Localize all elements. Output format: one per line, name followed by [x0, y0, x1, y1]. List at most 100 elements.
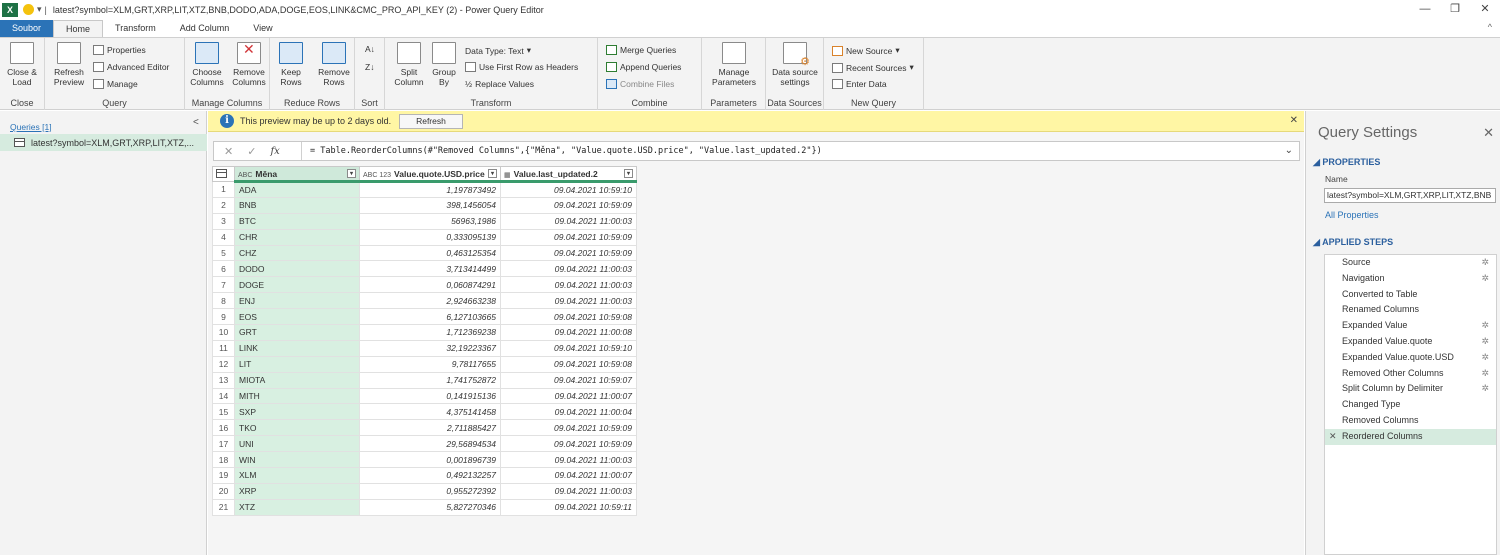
remove-columns-button[interactable]: Remove Columns	[229, 42, 269, 87]
replace-values-button[interactable]: ½ Replace Values	[465, 79, 534, 89]
all-properties-link[interactable]: All Properties	[1325, 210, 1379, 220]
row-number[interactable]: 6	[212, 260, 235, 278]
table-cell[interactable]: 32,19223367	[359, 339, 501, 357]
table-row[interactable]: 8 ENJ 2,924663238 09.04.2021 11:00:03	[212, 292, 637, 310]
table-cell[interactable]: GRT	[234, 324, 360, 341]
row-number[interactable]: 12	[212, 355, 235, 373]
check-icon[interactable]: ✓	[247, 145, 256, 158]
applied-step[interactable]: Renamed Columns	[1325, 302, 1496, 318]
table-row[interactable]: 20 XRP 0,955272392 09.04.2021 11:00:03	[212, 482, 637, 500]
table-cell[interactable]: 09.04.2021 11:00:03	[500, 451, 637, 469]
applied-step[interactable]: Expanded Value.quote.USD ✲	[1325, 350, 1496, 366]
first-row-headers-button[interactable]: Use First Row as Headers	[465, 62, 578, 72]
table-cell[interactable]: CHR	[234, 228, 360, 246]
keep-rows-button[interactable]: Keep Rows	[272, 42, 310, 87]
table-cell[interactable]: 09.04.2021 11:00:04	[500, 403, 637, 421]
row-number[interactable]: 7	[212, 276, 235, 294]
table-cell[interactable]: 09.04.2021 10:59:09	[500, 196, 637, 214]
cancel-icon[interactable]: ✕	[224, 145, 233, 158]
table-cell[interactable]: 09.04.2021 10:59:08	[500, 355, 637, 373]
applied-step[interactable]: Removed Other Columns ✲	[1325, 366, 1496, 382]
table-cell[interactable]: 09.04.2021 11:00:03	[500, 212, 637, 230]
table-row[interactable]: 4 CHR 0,333095139 09.04.2021 10:59:09	[212, 228, 637, 246]
chevron-down-icon[interactable]: ▾	[37, 4, 42, 15]
close-icon[interactable]: ✕	[1483, 125, 1494, 141]
tab-home[interactable]: Home	[53, 20, 104, 37]
table-cell[interactable]: 09.04.2021 10:59:09	[500, 228, 637, 246]
advanced-editor-button[interactable]: Advanced Editor	[93, 62, 169, 72]
table-row[interactable]: 15 SXP 4,375141458 09.04.2021 11:00:04	[212, 403, 637, 421]
row-number[interactable]: 13	[212, 371, 235, 389]
table-row[interactable]: 10 GRT 1,712369238 09.04.2021 11:00:08	[212, 324, 637, 341]
table-menu-button[interactable]	[212, 166, 235, 182]
combine-files-button[interactable]: Combine Files	[606, 79, 674, 89]
table-cell[interactable]: 09.04.2021 11:00:03	[500, 482, 637, 500]
table-row[interactable]: 9 EOS 6,127103665 09.04.2021 10:59:08	[212, 308, 637, 326]
table-cell[interactable]: 09.04.2021 10:59:07	[500, 371, 637, 389]
fx-icon[interactable]: fx	[270, 146, 279, 157]
formula-input[interactable]: = Table.ReorderColumns(#"Removed Columns…	[310, 146, 822, 156]
datetime-type-icon[interactable]: ▦	[504, 172, 511, 179]
table-cell[interactable]: 09.04.2021 10:59:10	[500, 181, 637, 198]
choose-columns-button[interactable]: Choose Columns	[187, 42, 227, 87]
table-cell[interactable]: WIN	[234, 451, 360, 469]
column-header[interactable]: ▦ Value.last_updated.2 ▾	[500, 166, 637, 183]
table-row[interactable]: 18 WIN 0,001896739 09.04.2021 11:00:03	[212, 451, 637, 469]
row-number[interactable]: 15	[212, 403, 235, 421]
filter-dropdown-icon[interactable]: ▾	[347, 169, 356, 178]
row-number[interactable]: 21	[212, 498, 235, 516]
group-by-button[interactable]: Group By	[429, 42, 459, 87]
applied-step[interactable]: Split Column by Delimiter ✲	[1325, 381, 1496, 397]
filter-dropdown-icon[interactable]: ▾	[624, 169, 633, 178]
row-number[interactable]: 11	[212, 339, 235, 357]
collapse-ribbon-icon[interactable]: ^	[1488, 22, 1492, 32]
table-cell[interactable]: 0,001896739	[359, 451, 501, 469]
row-number[interactable]: 14	[212, 387, 235, 405]
table-cell[interactable]: 6,127103665	[359, 308, 501, 326]
table-cell[interactable]: UNI	[234, 435, 360, 453]
close-icon[interactable]: ✕	[1290, 115, 1298, 126]
gear-icon[interactable]: ✲	[1481, 366, 1489, 382]
properties-header[interactable]: ◢ PROPERTIES	[1313, 157, 1380, 168]
applied-step[interactable]: Source ✲	[1325, 255, 1496, 271]
refresh-preview-button[interactable]: Refresh Preview	[49, 42, 89, 87]
close-icon[interactable]: ✕	[1470, 0, 1500, 19]
refresh-button[interactable]: Refresh	[399, 113, 463, 129]
gear-icon[interactable]: ✲	[1481, 318, 1489, 334]
table-cell[interactable]: 09.04.2021 10:59:09	[500, 435, 637, 453]
row-number[interactable]: 8	[212, 292, 235, 310]
manage-button[interactable]: Manage	[93, 79, 138, 89]
data-source-settings-button[interactable]: Data source settings	[768, 42, 822, 87]
table-row[interactable]: 21 XTZ 5,827270346 09.04.2021 10:59:11	[212, 498, 637, 516]
sort-ascending-button[interactable]: A↓	[365, 44, 375, 54]
table-cell[interactable]: 1,197873492	[359, 181, 501, 198]
table-cell[interactable]: 09.04.2021 11:00:07	[500, 387, 637, 405]
split-column-button[interactable]: Split Column	[389, 42, 429, 87]
table-row[interactable]: 12 LIT 9,78117655 09.04.2021 10:59:08	[212, 355, 637, 373]
row-number[interactable]: 5	[212, 244, 235, 262]
sort-descending-button[interactable]: Z↓	[365, 62, 374, 72]
close-load-button[interactable]: Close & Load	[3, 42, 41, 87]
table-cell[interactable]: XLM	[234, 467, 360, 484]
table-cell[interactable]: 09.04.2021 10:59:11	[500, 498, 637, 516]
table-row[interactable]: 13 MIOTA 1,741752872 09.04.2021 10:59:07	[212, 371, 637, 389]
table-cell[interactable]: 56963,1986	[359, 212, 501, 230]
tab-transform[interactable]: Transform	[103, 20, 168, 37]
table-cell[interactable]: SXP	[234, 403, 360, 421]
minimize-icon[interactable]: —	[1410, 0, 1440, 19]
query-name-field[interactable]: latest?symbol=XLM,GRT,XRP,LIT,XTZ,BNB	[1324, 188, 1496, 203]
table-cell[interactable]: BTC	[234, 212, 360, 230]
applied-step[interactable]: Expanded Value.quote ✲	[1325, 334, 1496, 350]
applied-step[interactable]: ✕ Reordered Columns	[1325, 428, 1496, 445]
row-number[interactable]: 1	[212, 181, 235, 198]
gear-icon[interactable]: ✲	[1481, 255, 1489, 271]
table-cell[interactable]: EOS	[234, 308, 360, 326]
table-cell[interactable]: 09.04.2021 10:59:10	[500, 339, 637, 357]
any-type-icon[interactable]: ABC 123	[363, 172, 391, 179]
table-row[interactable]: 6 DODO 3,713414499 09.04.2021 11:00:03	[212, 260, 637, 278]
row-number[interactable]: 16	[212, 419, 235, 437]
properties-button[interactable]: Properties	[93, 45, 146, 55]
table-cell[interactable]: BNB	[234, 196, 360, 214]
new-source-button[interactable]: New Source ▾	[832, 45, 900, 56]
table-cell[interactable]: 09.04.2021 10:59:09	[500, 419, 637, 437]
